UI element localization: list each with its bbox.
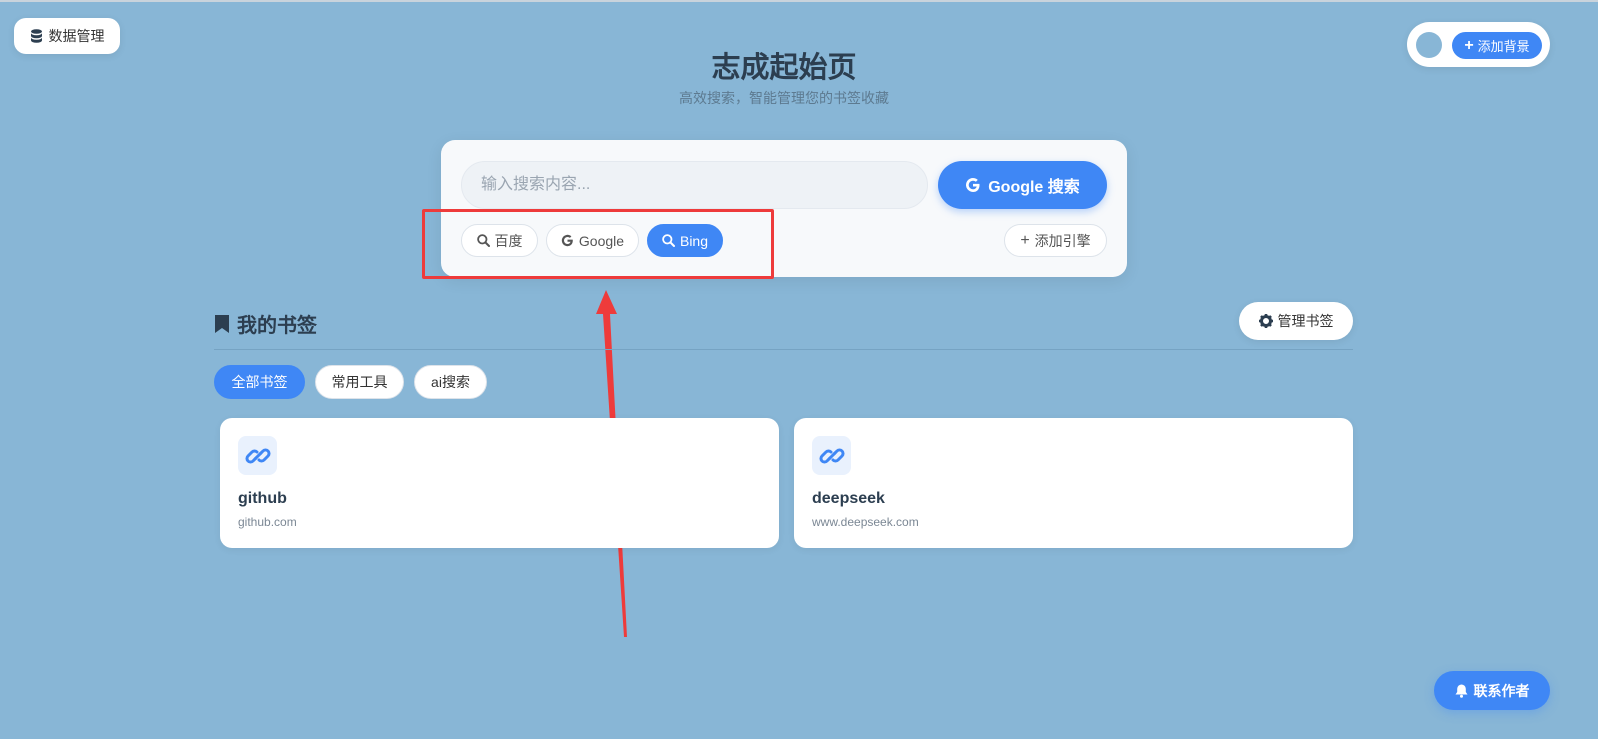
tab-ai-search[interactable]: ai搜索	[414, 365, 487, 399]
plus-icon: +	[1020, 231, 1030, 249]
bookmark-icon	[215, 314, 229, 333]
search-input[interactable]	[461, 161, 928, 209]
search-button[interactable]: Google 搜索	[938, 161, 1107, 209]
gear-icon	[1258, 314, 1273, 328]
add-engine-button[interactable]: + 添加引擎	[1004, 224, 1107, 257]
search-button-label: Google 搜索	[988, 179, 1080, 196]
tab-all-bookmarks[interactable]: 全部书签	[214, 365, 305, 399]
data-management-label: 数据管理	[48, 28, 105, 44]
add-engine-label: 添加引擎	[1034, 232, 1091, 249]
bell-icon	[1455, 684, 1467, 698]
divider	[214, 349, 1353, 350]
manage-bookmarks-label: 管理书签	[1277, 313, 1334, 329]
database-icon	[30, 29, 42, 43]
bookmark-name: deepseek	[812, 490, 885, 507]
bookmarks-heading: 我的书签	[214, 309, 317, 338]
bookmark-url: github.com	[238, 515, 297, 529]
bookmark-card-github[interactable]: github github.com	[220, 418, 779, 548]
tab-label: 全部书签	[231, 374, 288, 390]
bookmarks-title: 我的书签	[237, 315, 317, 337]
tab-common-tools[interactable]: 常用工具	[315, 365, 404, 399]
tab-label: 常用工具	[331, 374, 388, 390]
page-subtitle: 高效搜索，智能管理您的书签收藏	[679, 90, 889, 106]
google-icon	[966, 178, 980, 192]
bookmark-url: www.deepseek.com	[812, 515, 919, 529]
tab-label: ai搜索	[431, 374, 470, 390]
annotation-highlight-box	[422, 209, 774, 279]
page-title: 志成起始页	[711, 52, 857, 84]
manage-bookmarks-button[interactable]: 管理书签	[1239, 302, 1353, 340]
bookmark-card-deepseek[interactable]: deepseek www.deepseek.com	[794, 418, 1353, 548]
contact-author-label: 联系作者	[1473, 682, 1530, 699]
link-icon	[812, 436, 851, 475]
link-icon	[238, 436, 277, 475]
contact-author-button[interactable]: 联系作者	[1434, 671, 1550, 710]
bookmark-name: github	[238, 490, 287, 507]
